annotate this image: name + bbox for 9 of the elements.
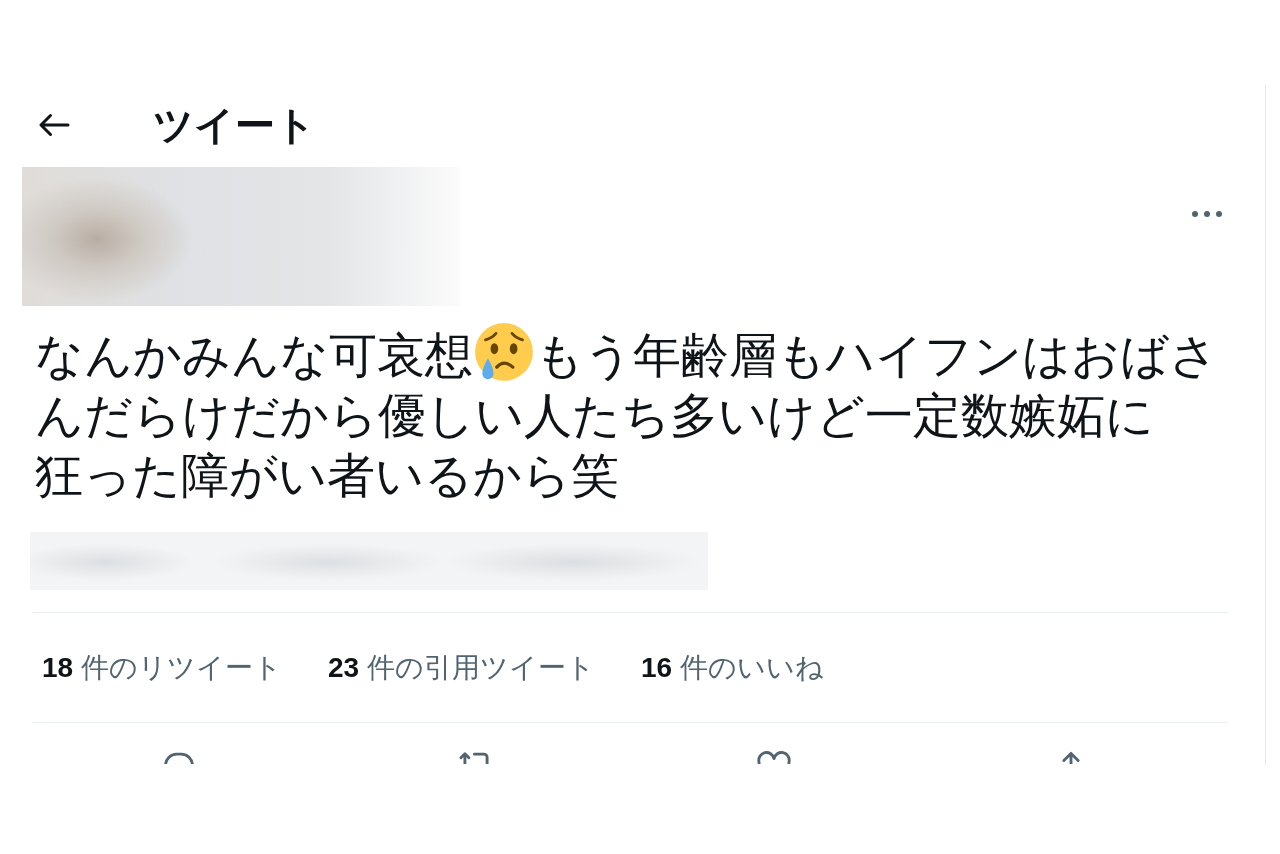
stat-link[interactable]: 16 件のいいね [640, 650, 824, 685]
crying-face-icon [475, 323, 533, 384]
stat-link[interactable]: 18 件のリツイート [42, 650, 282, 685]
back-arrow-icon[interactable] [38, 112, 70, 138]
stat-link[interactable]: 23 件の引用ツイート [327, 650, 595, 685]
tweet-text: なんかみんな可哀想 もう年齢層もハイフンはおばさんだらけだから優しい人たち多いけど一定数嫉妬に 狂った障がい者いるから笑 [35, 323, 1220, 503]
page-title: ツイート [153, 102, 316, 149]
more-options-icon[interactable] [1192, 211, 1222, 217]
heart-icon[interactable] [754, 751, 793, 764]
